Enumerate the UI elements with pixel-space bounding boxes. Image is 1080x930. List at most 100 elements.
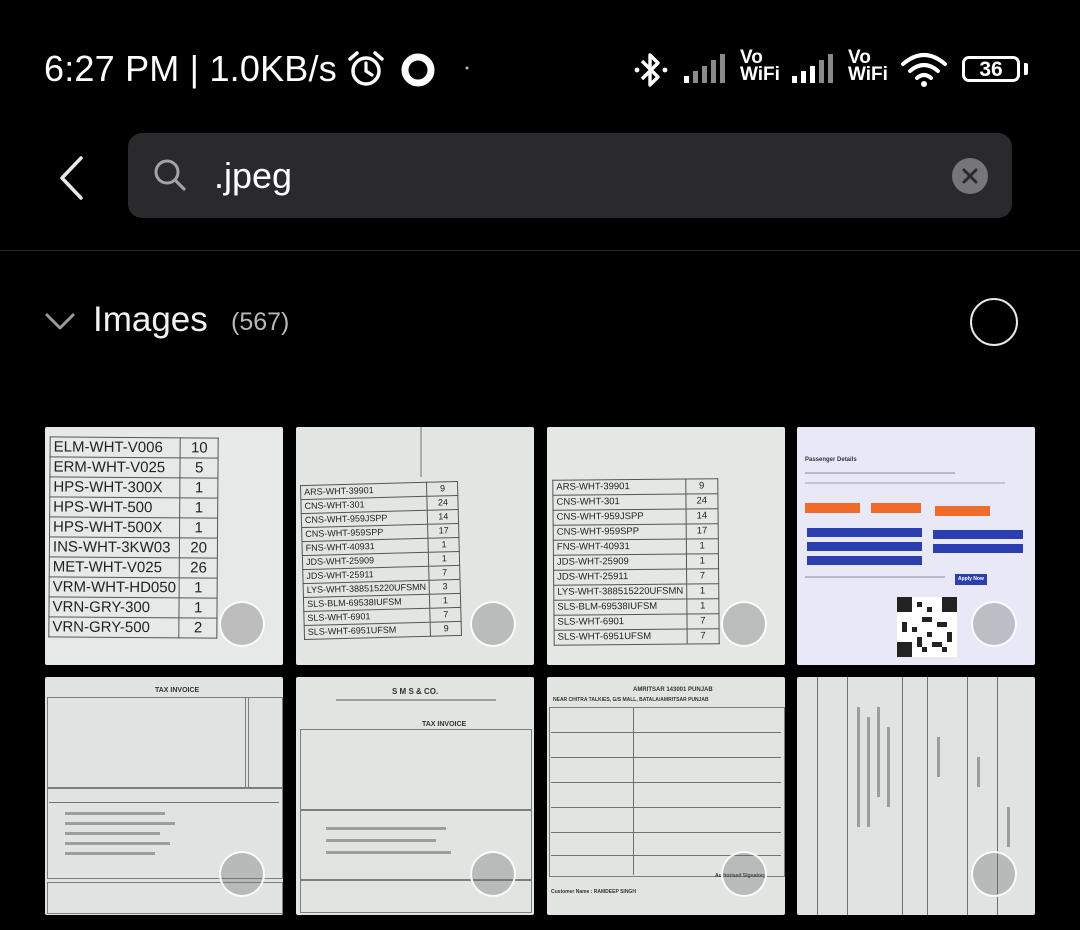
chevron-down-icon[interactable] <box>44 310 76 334</box>
qty-cell: 1 <box>179 577 218 599</box>
select-circle[interactable] <box>219 601 265 647</box>
select-circle[interactable] <box>470 851 516 897</box>
qty-cell: 1 <box>686 538 719 555</box>
table-row: SLS-WHT-6901 7 <box>553 613 719 631</box>
image-thumbnail-5[interactable]: TAX INVOICE <box>45 677 283 915</box>
thumb-5-text <box>65 822 175 825</box>
thumb-4-line <box>805 482 1005 484</box>
qty-cell: 7 <box>430 607 462 623</box>
bluetooth-icon <box>634 53 668 87</box>
image-thumbnail-2[interactable]: ARS-WHT-39901 9 CNS-WHT-301 24 CNS-WHT-959JS… <box>296 427 534 665</box>
thumb-2-line <box>420 427 422 477</box>
image-thumbnail-1[interactable]: ELM-WHT-V006 10 ERM-WHT-V025 5 HPS-WHT-300X 1… <box>45 427 283 665</box>
qty-cell: 1 <box>686 598 719 615</box>
thumb-4-blue-btn <box>807 542 922 551</box>
dot-indicator-icon <box>465 66 469 70</box>
sku-cell: ERM-WHT-V025 <box>49 456 181 478</box>
select-circle[interactable] <box>721 851 767 897</box>
thumb-4-heading: Passenger Details <box>805 457 857 463</box>
sku-cell: CNS-WHT-301 <box>552 494 687 511</box>
qty-cell: 7 <box>686 613 719 630</box>
table-row: HPS-WHT-300X 1 <box>49 476 218 499</box>
table-row: ARS-WHT-39901 9 <box>552 478 718 496</box>
sku-cell: INS-WHT-3KW03 <box>49 536 180 558</box>
thumb-5-text <box>65 812 165 815</box>
qty-cell: 1 <box>429 593 462 609</box>
select-all-checkbox[interactable] <box>970 298 1018 346</box>
image-thumbnail-8[interactable] <box>797 677 1035 915</box>
select-circle[interactable] <box>721 601 767 647</box>
sku-cell: CNS-WHT-959JSPP <box>553 509 687 526</box>
image-thumbnail-4[interactable]: Passenger Details Apply Now <box>797 427 1035 665</box>
select-circle[interactable] <box>971 851 1017 897</box>
qty-cell: 1 <box>686 583 719 600</box>
thumb-4-apply-label: Apply Now <box>958 576 984 582</box>
thumb-5-text <box>65 832 160 835</box>
table-row: INS-WHT-3KW03 20 <box>49 536 218 559</box>
sku-cell: SLS-BLM-69538IUFSM <box>553 599 687 616</box>
thumb-6-text <box>326 851 451 854</box>
qty-cell: 24 <box>685 493 718 510</box>
sku-cell: SLS-WHT-6951UFSM <box>304 622 431 640</box>
thumb-5-side-box <box>245 697 283 789</box>
select-circle[interactable] <box>219 851 265 897</box>
image-thumbnail-3[interactable]: ARS-WHT-39901 9 CNS-WHT-301 24 CNS-WHT-959JS… <box>547 427 785 665</box>
qty-cell: 14 <box>686 508 718 525</box>
qty-cell: 5 <box>180 457 219 479</box>
sku-cell: SLS-WHT-6951UFSM <box>554 629 688 646</box>
sku-cell: VRM-WHT-HD050 <box>49 576 180 598</box>
table-row: VRN-GRY-500 2 <box>48 616 217 639</box>
sku-cell: ELM-WHT-V006 <box>50 436 181 458</box>
qty-cell: 2 <box>179 617 217 639</box>
status-separator: | <box>189 48 210 89</box>
sku-cell: LYS-WHT-388515220UFSMN <box>553 584 687 601</box>
sku-cell: CNS-WHT-959SPP <box>553 524 687 541</box>
select-circle[interactable] <box>971 601 1017 647</box>
thumb-8-col <box>902 677 903 915</box>
close-icon <box>962 168 978 184</box>
qty-cell: 7 <box>686 568 719 585</box>
sku-cell: HPS-WHT-300X <box>49 476 181 498</box>
thumb-7-row <box>551 757 781 758</box>
thumb-1-table: ELM-WHT-V006 10 ERM-WHT-V025 5 HPS-WHT-300X 1… <box>48 436 219 639</box>
status-net-speed: 1.0KB/s <box>209 48 337 89</box>
qty-cell: 26 <box>179 557 218 579</box>
status-time-speed: 6:27 PM | 1.0KB/s <box>44 48 337 90</box>
vowifi-label-2: Vo WiFi <box>848 48 888 84</box>
thumb-7-destination: NEAR CHITRA TALKIES, G/S MALL, BATALA/AM… <box>553 697 709 703</box>
sku-cell: MET-WHT-V025 <box>49 556 180 578</box>
chevron-left-icon <box>60 156 83 200</box>
thumb-8-col <box>817 677 818 915</box>
qty-cell: 24 <box>427 495 459 511</box>
status-time: 6:27 PM <box>44 48 180 89</box>
image-thumbnail-6[interactable]: S M S & CO. TAX INVOICE <box>296 677 534 915</box>
thumb-6-text <box>326 839 436 842</box>
table-row: HPS-WHT-500 1 <box>49 496 218 519</box>
back-button[interactable] <box>46 148 106 208</box>
header-divider <box>0 250 1080 251</box>
sku-cell: SLS-WHT-6901 <box>553 614 688 631</box>
clear-search-button[interactable] <box>952 158 988 194</box>
thumb-8-text <box>1007 807 1010 847</box>
section-title[interactable]: Images <box>93 300 208 340</box>
sku-cell: JDS-WHT-25909 <box>553 554 687 571</box>
image-thumbnail-7[interactable]: AMRITSAR 143001 PUNJAB NEAR CHITRA TALKI… <box>547 677 785 915</box>
thumb-5-heading: TAX INVOICE <box>155 687 200 694</box>
thumb-4-blue-btn <box>807 528 922 537</box>
qty-cell: 1 <box>180 477 218 499</box>
select-circle[interactable] <box>470 601 516 647</box>
qty-cell: 9 <box>430 621 462 637</box>
thumb-7-row <box>551 732 781 733</box>
thumb-4-line <box>805 472 955 474</box>
qty-cell: 1 <box>428 551 461 567</box>
qty-cell: 10 <box>180 437 219 459</box>
thumb-7-col <box>633 707 634 875</box>
search-input[interactable] <box>212 147 916 205</box>
vowifi-wifi-1: WiFi <box>740 64 780 85</box>
table-row: ERM-WHT-V025 5 <box>49 456 219 479</box>
thumb-8-text <box>867 717 870 827</box>
thumb-4-line <box>805 576 945 578</box>
qty-cell: 9 <box>685 478 718 495</box>
thumb-8-col <box>847 677 848 915</box>
search-bar[interactable] <box>128 133 1012 218</box>
